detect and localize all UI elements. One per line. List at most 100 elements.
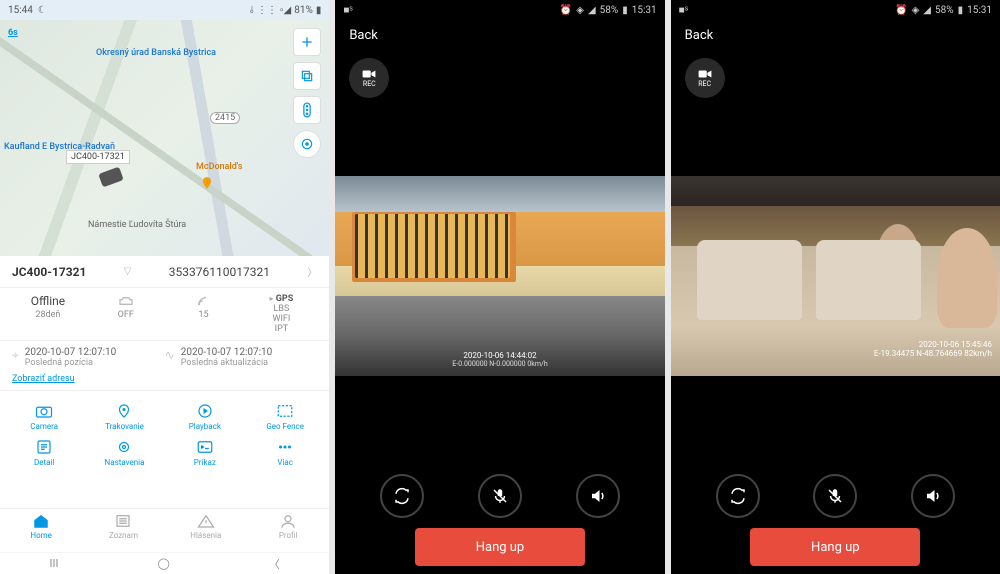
status-time: 15:31	[632, 5, 657, 16]
chevron-right-icon: 〉	[307, 264, 317, 279]
action-command[interactable]: Príkaz	[165, 435, 245, 471]
wifi-icon: ◈	[576, 5, 584, 16]
android-status-bar: 15:44 ☾ ⫰ ⋮⋮ ▫◢ 81% ▮	[0, 0, 329, 20]
status-wifi-icon: ⋮⋮	[257, 5, 277, 16]
traffic-icon	[302, 102, 312, 118]
home-icon	[32, 513, 50, 529]
action-more[interactable]: Viac	[245, 435, 325, 471]
mic-off-icon	[826, 487, 844, 505]
device-imei: 353376110017321	[169, 265, 270, 279]
record-button[interactable]: REC	[685, 58, 725, 98]
status-battery-text: 81%	[294, 5, 313, 16]
status-offline: Offline 28deň	[10, 294, 86, 334]
action-playback[interactable]: Playback	[165, 399, 245, 435]
map-pin-mcdonalds-icon	[200, 176, 214, 190]
map-add-button[interactable]	[293, 28, 321, 56]
map-traffic-button[interactable]	[293, 96, 321, 124]
action-camera[interactable]: Camera	[4, 399, 84, 435]
status-vibrate-icon: ⫰	[250, 5, 254, 16]
last-position: ⌖ 2020-10-07 12:07:10Posledná pozícia	[12, 347, 165, 368]
video-feed-rear[interactable]: 2020-10-06 15:45:46 E-19.34475 N-48.7646…	[671, 176, 1000, 376]
nav-home[interactable]: Home	[0, 509, 82, 552]
nav-back-icon[interactable]: 〈	[269, 556, 280, 572]
video-feed-front[interactable]: 2020-10-06 14:44:02 E-0.000000 N-0.00000…	[335, 176, 664, 376]
screen-dashcam-rear: ■ˢ ⏰ ◈ ◢ 58%▮ 15:31 Back REC 2020-10-06 …	[671, 0, 1000, 574]
status-positioning: ▸ GPS LBS WIFI IPT	[243, 294, 319, 334]
battery-text: 58%	[600, 5, 619, 16]
nav-alerts[interactable]: Hlásenia	[165, 509, 247, 552]
nav-list[interactable]: Zoznam	[82, 509, 164, 552]
hangup-button[interactable]: Hang up	[750, 528, 920, 566]
device-status-row: Offline 28deň OFF 15 ▸ GPS LBS WIFI IPT	[0, 288, 329, 340]
action-settings[interactable]: Nastavenia	[84, 435, 164, 471]
mic-off-icon	[491, 487, 509, 505]
map-road-2415: 2415	[210, 112, 240, 124]
mic-mute-button[interactable]	[478, 474, 522, 518]
record-button[interactable]: REC	[349, 58, 389, 98]
passenger-1	[875, 224, 921, 304]
locate-icon	[300, 137, 314, 151]
map-controls	[293, 28, 321, 158]
android-status-bar: ■ˢ ⏰ ◈ ◢ 58%▮ 15:31	[335, 0, 664, 20]
status-battery-icon: ▮	[316, 5, 322, 16]
pin-icon	[115, 403, 133, 419]
device-name: JC400-17321	[12, 265, 86, 279]
speaker-icon	[589, 487, 607, 505]
action-detail[interactable]: Detail	[4, 435, 84, 471]
switch-camera-button[interactable]	[716, 474, 760, 518]
status-satellite: 15	[166, 294, 242, 334]
map-locate-button[interactable]	[293, 130, 321, 158]
battery-text: 58%	[935, 5, 954, 16]
passenger-2	[937, 228, 996, 328]
status-time: 15:44	[8, 5, 33, 16]
map-view[interactable]: 6s Okresný úrad Banská Bystrica Kaufland…	[0, 20, 329, 256]
action-grid: Camera Trakovanie Playback Geo Fence Det…	[0, 390, 329, 479]
profile-icon	[279, 513, 297, 529]
map-road-namestie: Námestie Ľudovíta Štúra	[88, 220, 186, 230]
back-button[interactable]: Back	[671, 20, 1000, 50]
status-signal-icon: ▫◢	[280, 5, 291, 16]
nav-homebtn-icon[interactable]: ◯	[157, 557, 169, 570]
mic-mute-button[interactable]	[813, 474, 857, 518]
speaker-icon	[924, 487, 942, 505]
action-tracking[interactable]: Trakovanie	[84, 399, 164, 435]
map-device-marker[interactable]	[98, 167, 123, 188]
pulse-icon: ∿	[165, 348, 175, 362]
back-button[interactable]: Back	[335, 20, 664, 50]
geofence-icon	[276, 403, 294, 419]
speaker-button[interactable]	[911, 474, 955, 518]
speaker-button[interactable]	[576, 474, 620, 518]
engine-icon	[118, 294, 134, 308]
chevron-down-icon: ▽	[124, 266, 132, 277]
switch-icon	[393, 487, 411, 505]
signal-icon: ◢	[588, 5, 596, 16]
refresh-badge[interactable]: 6s	[8, 28, 18, 38]
timestamps-row: ⌖ 2020-10-07 12:07:10Posledná pozícia ∿ …	[0, 340, 329, 374]
device-header[interactable]: JC400-17321 ▽ 353376110017321 〉	[0, 256, 329, 288]
video-overlay-text: 2020-10-06 14:44:02 E-0.000000 N-0.00000…	[335, 351, 664, 368]
pin-icon: ⌖	[12, 348, 19, 363]
map-device-tooltip[interactable]: JC400-17321	[66, 150, 130, 164]
hangup-button[interactable]: Hang up	[415, 528, 585, 566]
camera-icon	[35, 403, 53, 419]
alarm-icon: ⏰	[895, 5, 907, 16]
status-acc: OFF	[88, 294, 164, 334]
screen-tracking-app: 15:44 ☾ ⫰ ⋮⋮ ▫◢ 81% ▮ 6s Okresný úrad Ba…	[0, 0, 329, 574]
terminal-icon	[196, 439, 214, 455]
list-icon	[114, 513, 132, 529]
gear-icon	[115, 439, 133, 455]
last-update: ∿ 2020-10-07 12:07:10Posledná aktualizác…	[165, 347, 318, 368]
map-layers-button[interactable]	[293, 62, 321, 90]
action-geofence[interactable]: Geo Fence	[245, 399, 325, 435]
video-overlay-text: 2020-10-06 15:45:46 E-19.34475 N-48.7646…	[874, 340, 992, 358]
nav-recent-icon[interactable]: III	[50, 557, 59, 570]
more-icon	[276, 439, 294, 455]
plus-icon	[299, 34, 315, 50]
switch-camera-button[interactable]	[380, 474, 424, 518]
playback-icon	[196, 403, 214, 419]
nav-profile[interactable]: Profil	[247, 509, 329, 552]
show-address-link[interactable]: Zobraziť adresu	[0, 374, 329, 390]
videocam-icon	[362, 69, 376, 79]
status-time: 15:31	[967, 5, 992, 16]
map-poi-mcdonalds: McDonald's	[196, 162, 243, 172]
